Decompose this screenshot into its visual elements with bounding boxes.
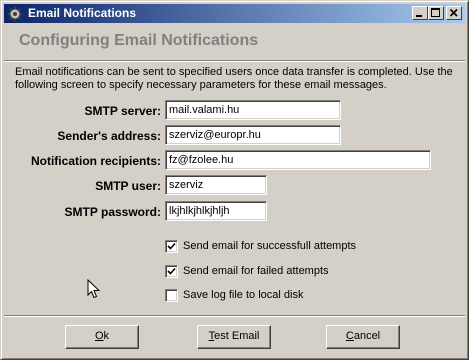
sender-address-input[interactable] <box>165 125 341 145</box>
checkmark-icon <box>167 267 176 275</box>
test-email-label: est Email <box>214 330 260 342</box>
notification-recipients-label: Notification recipients: <box>30 154 161 168</box>
header-divider <box>4 60 465 62</box>
footer-divider <box>4 315 465 317</box>
smtp-user-input[interactable] <box>165 175 267 195</box>
description-text: Email notifications can be sent to speci… <box>15 66 453 91</box>
wizard-header: Configuring Email Notifications <box>4 23 465 59</box>
cancel-button[interactable]: Cancel <box>326 325 400 349</box>
smtp-password-label: SMTP password: <box>64 205 161 219</box>
notification-recipients-input[interactable] <box>165 150 431 170</box>
test-email-button[interactable]: Test Email <box>197 325 271 349</box>
title-bar[interactable]: Email Notifications <box>4 4 465 23</box>
send-failed-checkbox[interactable] <box>165 265 178 278</box>
smtp-server-label: SMTP server: <box>84 104 161 118</box>
minimize-icon <box>416 15 422 17</box>
send-successful-checkbox[interactable] <box>165 240 178 253</box>
send-failed-label: Send email for failed attempts <box>183 265 329 277</box>
maximize-icon <box>431 8 440 17</box>
minimize-button[interactable] <box>412 6 428 20</box>
maximize-button[interactable] <box>428 6 444 20</box>
smtp-server-input[interactable] <box>165 100 341 120</box>
ok-label: k <box>103 330 110 342</box>
send-successful-label: Send email for successfull attempts <box>183 240 357 252</box>
smtp-password-input[interactable] <box>165 201 267 221</box>
close-icon <box>449 8 458 17</box>
sender-address-label: Sender's address: <box>57 129 161 143</box>
app-gear-icon <box>7 6 23 22</box>
save-log-checkbox[interactable] <box>165 289 178 302</box>
close-button[interactable] <box>446 6 462 20</box>
save-log-label: Save log file to local disk <box>183 289 304 301</box>
smtp-user-label: SMTP user: <box>95 179 161 193</box>
window-title: Email Notifications <box>28 6 137 20</box>
checkmark-icon <box>167 242 176 250</box>
cancel-label: ancel <box>353 330 381 342</box>
mouse-pointer-icon <box>87 279 101 299</box>
email-notifications-window: Email Notifications Configuring Email No… <box>0 0 469 360</box>
page-title: Configuring Email Notifications <box>19 32 259 49</box>
ok-button[interactable]: Ok <box>65 325 139 349</box>
